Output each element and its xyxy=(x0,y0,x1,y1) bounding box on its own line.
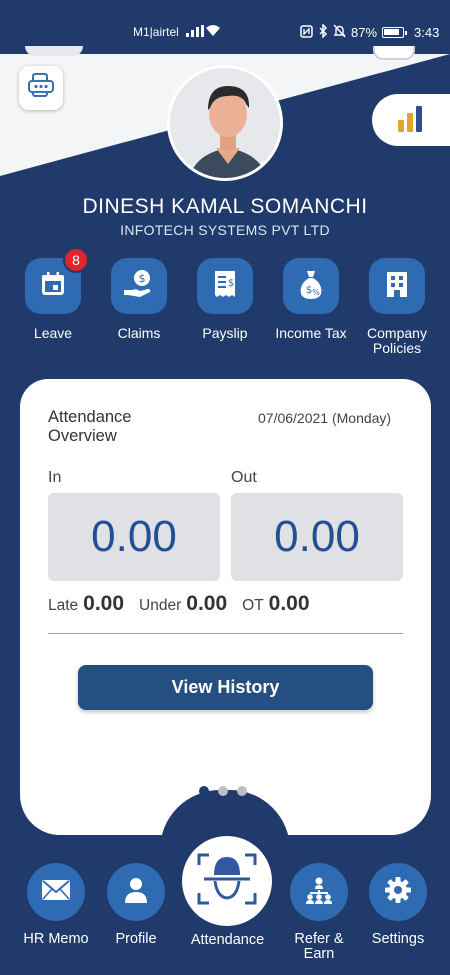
svg-text:$: $ xyxy=(139,272,146,285)
payslip-label: Payslip xyxy=(202,325,248,341)
nav-attendance-label: Attendance xyxy=(190,932,265,948)
company-name: INFOTECH SYSTEMS PVT LTD xyxy=(120,222,330,238)
clock: 3:43 xyxy=(414,25,440,40)
bar-chart-icon xyxy=(394,104,428,137)
employee-name: DINESH KAMAL SOMANCHI xyxy=(82,195,368,218)
nav-refer-earn-label: Refer & Earn xyxy=(294,931,344,962)
person-icon xyxy=(123,876,149,909)
nav-settings-label: Settings xyxy=(371,931,425,947)
money-bag-icon: $% xyxy=(296,268,326,305)
leave-label: Leave xyxy=(33,325,73,341)
nav-attendance[interactable] xyxy=(182,836,272,926)
battery-icon xyxy=(382,27,408,38)
network-icon xyxy=(304,876,334,909)
carousel-pager xyxy=(199,786,247,796)
envelope-icon xyxy=(41,879,71,906)
out-label: Out xyxy=(231,469,257,486)
avatar[interactable] xyxy=(167,65,283,181)
divider xyxy=(48,633,403,634)
nfc-icon xyxy=(300,24,313,41)
pager-dot[interactable] xyxy=(237,786,247,796)
signal-icon xyxy=(186,25,204,37)
mute-bell-icon xyxy=(333,24,346,41)
income-tax-label: Income Tax xyxy=(275,325,347,341)
bluetooth-icon xyxy=(318,23,328,41)
receipt-icon: $ xyxy=(211,269,239,304)
chat-button[interactable] xyxy=(19,66,63,110)
company-policies-label: Company Policies xyxy=(367,325,427,356)
leave-button[interactable]: 8 Leave xyxy=(13,247,93,341)
svg-text:%: % xyxy=(312,288,320,297)
view-history-button[interactable]: View History xyxy=(78,665,373,710)
under-value: 0.00 xyxy=(186,592,228,615)
header-tab-left xyxy=(25,46,83,56)
claims-button[interactable]: $ Claims xyxy=(99,258,179,341)
header-tab-right xyxy=(373,46,415,60)
calendar-icon xyxy=(39,270,67,303)
nav-profile[interactable]: Profile xyxy=(96,863,176,947)
payslip-button[interactable]: $ Payslip xyxy=(185,258,265,341)
nav-hr-memo-label: HR Memo xyxy=(23,931,89,947)
analytics-button[interactable] xyxy=(372,94,450,146)
ot-value: 0.00 xyxy=(268,592,310,615)
attendance-stats: Late 0.00 Under 0.00 OT 0.00 xyxy=(48,592,325,616)
nav-settings[interactable]: Settings xyxy=(358,863,438,947)
attendance-date: 07/06/2021 (Monday) xyxy=(258,410,392,426)
carrier-label: M1|airtel xyxy=(133,25,179,39)
pager-dot[interactable] xyxy=(218,786,228,796)
wifi-icon xyxy=(205,24,221,40)
nav-refer-earn[interactable]: Refer & Earn xyxy=(279,863,359,962)
hand-coin-icon: $ xyxy=(122,268,156,305)
company-policies-button[interactable]: Company Policies xyxy=(357,258,437,356)
nav-profile-label: Profile xyxy=(115,931,157,947)
late-value: 0.00 xyxy=(83,592,125,615)
gear-icon xyxy=(384,876,412,909)
under-label: Under xyxy=(139,597,182,614)
building-icon xyxy=(384,270,410,303)
pager-dot[interactable] xyxy=(199,786,209,796)
leave-count-badge: 8 xyxy=(63,247,89,273)
out-time-value: 0.00 xyxy=(231,493,403,581)
svg-text:$: $ xyxy=(228,278,234,289)
face-scan-icon xyxy=(196,851,258,912)
chat-bubble-icon xyxy=(26,71,56,106)
ot-label: OT xyxy=(242,597,264,614)
in-time-value: 0.00 xyxy=(48,493,220,581)
nav-hr-memo[interactable]: HR Memo xyxy=(16,863,96,947)
claims-label: Claims xyxy=(117,325,161,341)
battery-percent: 87% xyxy=(351,25,378,40)
income-tax-button[interactable]: $% Income Tax xyxy=(271,258,351,341)
in-label: In xyxy=(48,469,62,486)
attendance-overview-title: Attendance Overview xyxy=(48,408,132,445)
late-label: Late xyxy=(48,597,79,614)
